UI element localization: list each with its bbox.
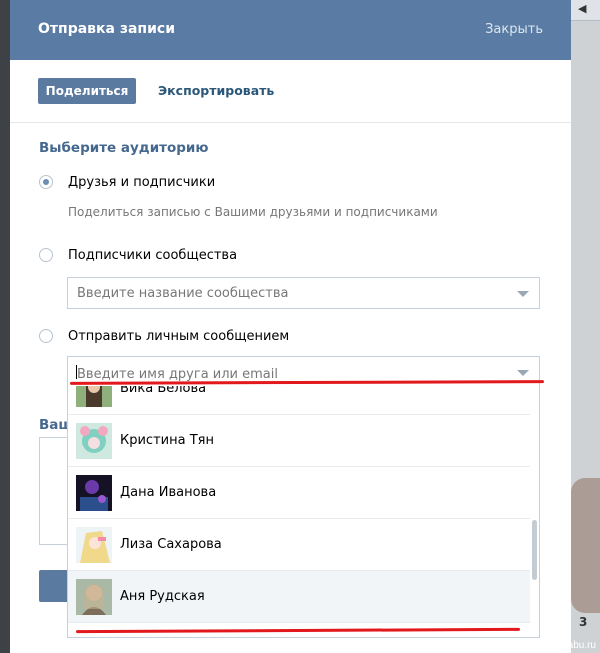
dialog-header: Отправка записи Закрыть: [10, 0, 571, 60]
radio-community[interactable]: [39, 248, 53, 262]
dialog-tabs: Поделиться Экспортировать: [10, 60, 571, 123]
dropdown-scrollbar[interactable]: [532, 520, 537, 580]
list-item[interactable]: Кристина Тян: [68, 415, 530, 467]
chevron-down-icon[interactable]: [517, 291, 529, 297]
list-item[interactable]: Вика Белова: [68, 386, 530, 415]
friend-name: Дана Иванова: [120, 485, 217, 500]
chevron-down-icon[interactable]: [517, 370, 529, 376]
option-community-label[interactable]: Подписчики сообщества: [68, 248, 237, 263]
back-arrow-icon[interactable]: ◀: [578, 2, 586, 15]
avatar-anime-blonde: [76, 527, 112, 563]
list-item[interactable]: Аня Рудская: [68, 571, 530, 623]
friend-dropdown: Вика Белова Кристина Тян Дана Иванова Ли…: [67, 386, 540, 638]
backdrop-toolbar: ◀: [571, 0, 600, 21]
tab-share[interactable]: Поделиться: [38, 78, 136, 104]
avatar-photo-girl: [76, 579, 112, 615]
share-dialog: Отправка записи Закрыть Поделиться Экспо…: [10, 0, 571, 653]
radio-friends[interactable]: [39, 175, 53, 189]
list-item[interactable]: Дана Иванова: [68, 467, 530, 519]
friends-hint: Поделиться записью с Вашими друзьями и п…: [68, 205, 438, 219]
friend-search-placeholder: Введите имя друга или email: [77, 367, 278, 382]
dialog-title: Отправка записи: [38, 21, 176, 37]
audience-title: Выберите аудиторию: [39, 140, 209, 156]
option-friends-label[interactable]: Друзья и подписчики: [68, 175, 215, 190]
avatar-green-girl: [76, 386, 112, 407]
avatar-dark-purple: [76, 475, 112, 511]
list-item[interactable]: Лиза Сахарова: [68, 519, 530, 571]
page-backdrop-right: ◀ 3: [571, 0, 600, 653]
page-backdrop-left: [0, 0, 10, 653]
close-button[interactable]: Закрыть: [485, 22, 543, 37]
avatar-anime-pink: [76, 423, 112, 459]
friend-name: Лиза Сахарова: [120, 537, 222, 552]
option-private-message-label[interactable]: Отправить личным сообщением: [68, 329, 289, 344]
radio-private-message[interactable]: [39, 329, 53, 343]
tab-export[interactable]: Экспортировать: [158, 83, 274, 98]
friend-name: Кристина Тян: [120, 433, 214, 448]
community-placeholder: Введите название сообщества: [77, 286, 289, 301]
backdrop-image: [571, 478, 600, 613]
community-select[interactable]: Введите название сообщества: [67, 277, 540, 309]
friend-name: Аня Рудская: [120, 589, 205, 604]
backdrop-number: 3: [579, 615, 588, 629]
friend-name: Вика Белова: [120, 386, 207, 396]
